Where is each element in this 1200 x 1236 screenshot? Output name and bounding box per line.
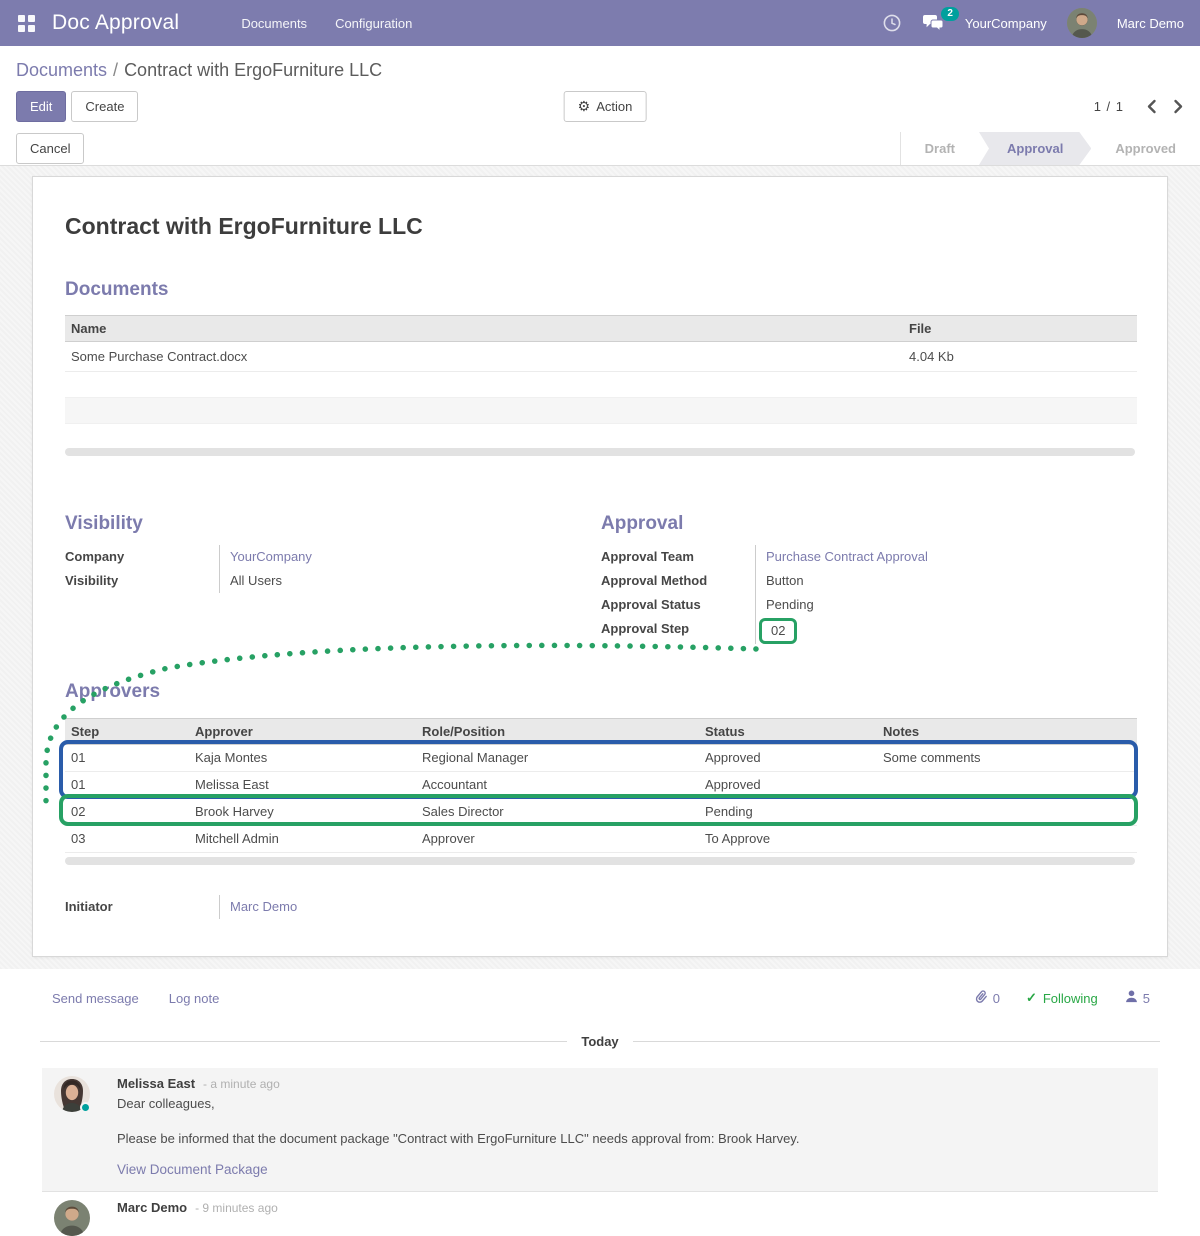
followers-button[interactable]: 5 xyxy=(1124,989,1150,1007)
action-button-label: Action xyxy=(596,98,632,115)
approvers-col-status: Status xyxy=(699,718,877,744)
message-timestamp: - 9 minutes ago xyxy=(195,1201,278,1215)
followers-count: 5 xyxy=(1143,991,1150,1006)
approvers-col-step: Step xyxy=(65,718,189,744)
documents-table-scrollbar[interactable] xyxy=(65,448,1135,456)
user-name[interactable]: Marc Demo xyxy=(1117,16,1184,31)
pager-counter: 1 / 1 xyxy=(1094,99,1124,114)
visibility-section-heading: Visibility xyxy=(65,512,581,536)
approval-step-highlight-box: 02 xyxy=(759,618,797,644)
approval-method-label: Approval Method xyxy=(601,569,755,593)
approvers-col-notes: Notes xyxy=(877,718,1137,744)
company-field-value[interactable]: YourCompany xyxy=(219,545,581,569)
pager-next-icon[interactable] xyxy=(1173,99,1184,114)
chatter: Send message Log note 0 ✓ Following xyxy=(0,969,1200,1227)
message-marc-demo: Marc Demo - 9 minutes ago xyxy=(42,1191,1158,1227)
initiator-field-label: Initiator xyxy=(65,895,219,919)
status-step-draft[interactable]: Draft xyxy=(901,132,979,165)
form-statusbar-row: Cancel Draft Approval Approved xyxy=(0,132,1200,166)
company-field-label: Company xyxy=(65,545,219,569)
approval-method-value: Button xyxy=(755,569,1135,593)
message-author[interactable]: Marc Demo xyxy=(117,1200,187,1215)
cancel-button[interactable]: Cancel xyxy=(16,133,84,164)
document-empty-row xyxy=(65,398,1137,424)
approvers-table-scrollbar[interactable] xyxy=(65,857,1135,865)
message-author-avatar[interactable] xyxy=(54,1200,90,1236)
document-empty-row xyxy=(65,372,1137,398)
breadcrumb: Documents / Contract with ErgoFurniture LL… xyxy=(16,58,1184,82)
following-button[interactable]: ✓ Following xyxy=(1026,990,1098,1006)
attachments-count: 0 xyxy=(993,991,1000,1006)
approval-status-value: Pending xyxy=(755,593,1135,617)
message-line: Please be informed that the document pac… xyxy=(117,1130,1146,1148)
documents-table: Name File Some Purchase Contract.docx 4.… xyxy=(65,315,1137,447)
record-title: Contract with ErgoFurniture LLC xyxy=(65,212,1135,240)
action-button[interactable]: ⚙ Action xyxy=(564,91,647,122)
approval-team-value[interactable]: Purchase Contract Approval xyxy=(755,545,1135,569)
approvers-table: Step Approver Role/Position Status Notes… xyxy=(65,718,1137,853)
edit-button[interactable]: Edit xyxy=(16,91,66,122)
paperclip-icon xyxy=(973,989,989,1008)
approval-section-heading: Approval xyxy=(601,512,1135,536)
message-line: Dear colleagues, xyxy=(117,1095,1146,1113)
date-divider-label: Today xyxy=(581,1034,618,1049)
document-empty-row xyxy=(65,424,1137,447)
documents-col-name: Name xyxy=(65,316,903,342)
approval-team-label: Approval Team xyxy=(601,545,755,569)
approver-row[interactable]: 03Mitchell Admin ApproverTo Approve xyxy=(65,825,1137,852)
followers-person-icon xyxy=(1124,989,1139,1007)
visibility-field-value: All Users xyxy=(219,569,581,593)
status-step-approval[interactable]: Approval xyxy=(979,132,1091,165)
breadcrumb-documents-link[interactable]: Documents xyxy=(16,60,107,80)
attachments-button[interactable]: 0 xyxy=(973,989,1000,1008)
user-avatar[interactable] xyxy=(1067,8,1097,38)
create-button[interactable]: Create xyxy=(71,91,138,122)
top-navbar: Doc Approval Documents Configuration 2 Y… xyxy=(0,0,1200,46)
message-timestamp: - a minute ago xyxy=(203,1077,280,1091)
messages-icon[interactable]: 2 xyxy=(922,14,945,33)
nav-menu-configuration[interactable]: Configuration xyxy=(335,16,412,31)
message-author[interactable]: Melissa East xyxy=(117,1076,195,1091)
initiator-field-value[interactable]: Marc Demo xyxy=(219,895,419,919)
following-label: Following xyxy=(1043,991,1098,1006)
document-row[interactable]: Some Purchase Contract.docx 4.04 Kb xyxy=(65,342,1137,372)
approver-row[interactable]: 02Brook Harvey Sales DirectorPending xyxy=(65,798,1137,825)
messages-count-badge: 2 xyxy=(941,7,959,21)
activity-clock-icon[interactable] xyxy=(882,13,902,33)
status-step-approved[interactable]: Approved xyxy=(1091,132,1200,165)
gear-icon: ⚙ xyxy=(578,98,591,115)
online-status-dot xyxy=(80,1102,91,1113)
approver-row[interactable]: 01Melissa East AccountantApproved xyxy=(65,771,1137,798)
breadcrumb-current: Contract with ErgoFurniture LLC xyxy=(124,60,382,80)
date-divider: Today xyxy=(40,1033,1160,1050)
approvers-col-role: Role/Position xyxy=(416,718,699,744)
breadcrumb-separator: / xyxy=(113,60,118,80)
approver-row[interactable]: 01Kaja Montes Regional ManagerApproved S… xyxy=(65,744,1137,771)
documents-col-file: File xyxy=(903,316,1137,342)
company-switcher[interactable]: YourCompany xyxy=(965,16,1047,31)
statusbar: Draft Approval Approved xyxy=(900,132,1200,165)
doc-approval-app: { "navbar": { "brand": "Doc Approval", "… xyxy=(0,0,1200,1211)
check-icon: ✓ xyxy=(1026,990,1037,1006)
approvers-col-approver: Approver xyxy=(189,718,416,744)
documents-section-heading: Documents xyxy=(65,278,1135,302)
approval-status-label: Approval Status xyxy=(601,593,755,617)
log-note-button[interactable]: Log note xyxy=(169,991,220,1006)
app-title[interactable]: Doc Approval xyxy=(52,11,179,35)
view-document-package-link[interactable]: View Document Package xyxy=(117,1162,268,1177)
form-sheet: Contract with ErgoFurniture LLC Document… xyxy=(32,176,1168,957)
visibility-field-label: Visibility xyxy=(65,569,219,593)
control-panel: Documents / Contract with ErgoFurniture LL… xyxy=(0,46,1200,132)
pager-previous-icon[interactable] xyxy=(1146,99,1157,114)
send-message-button[interactable]: Send message xyxy=(52,991,139,1006)
content-area: Contract with ErgoFurniture LLC Document… xyxy=(0,166,1200,969)
approvers-section-heading: Approvers xyxy=(65,680,1135,704)
nav-menu-documents[interactable]: Documents xyxy=(241,16,307,31)
apps-grid-icon[interactable] xyxy=(16,13,36,33)
approval-step-label: Approval Step xyxy=(601,617,755,641)
message-melissa-east: Melissa East - a minute ago Dear colleag… xyxy=(42,1068,1158,1191)
